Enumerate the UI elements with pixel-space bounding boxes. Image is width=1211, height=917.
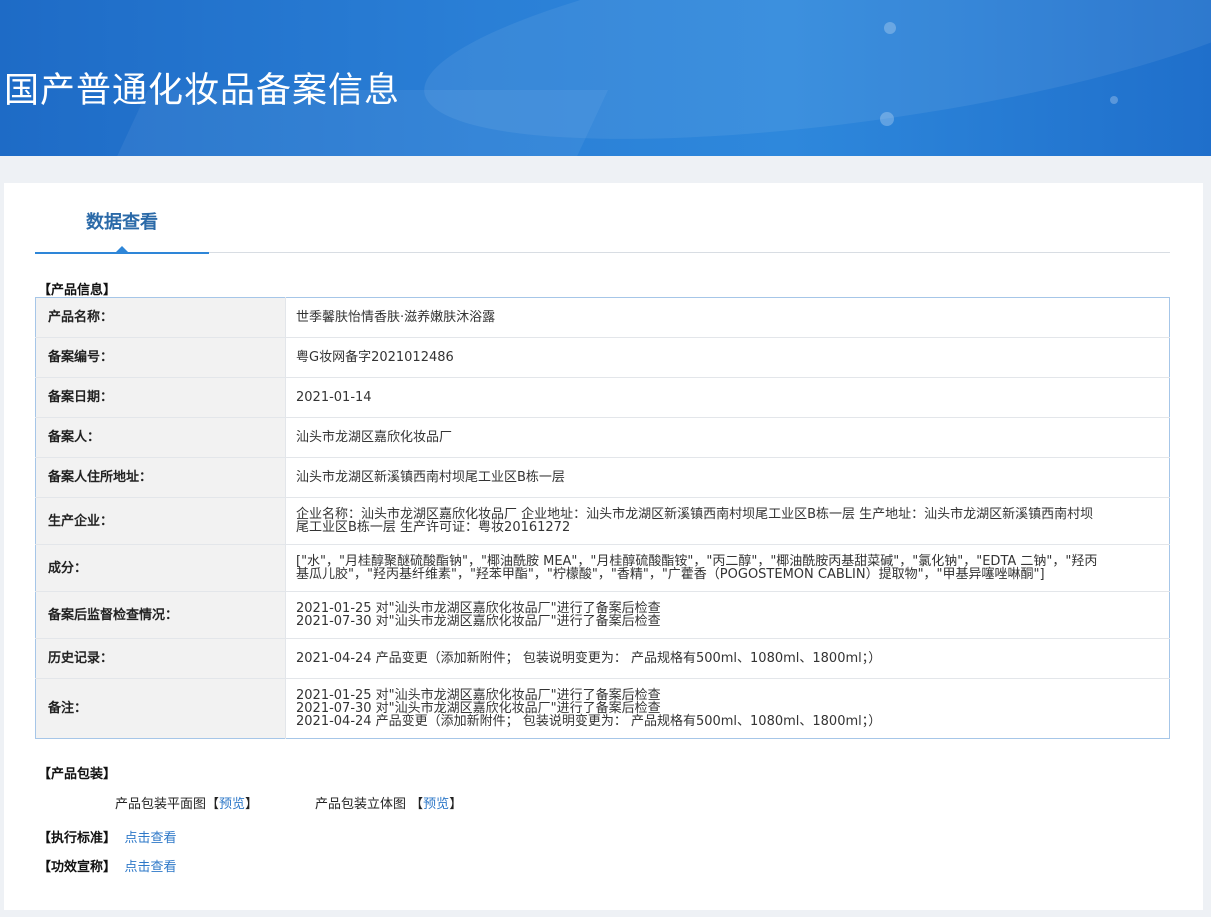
row-value: ["水"，"月桂醇聚醚硫酸酯钠"，"椰油酰胺 MEA"，"月桂醇硫酸酯铵"，"丙… [285, 544, 1170, 592]
preview-stereo-link[interactable]: 预览 [423, 797, 449, 812]
row-value-line: 世季馨肤怡情香肤·滋养嫩肤沐浴露 [296, 310, 496, 325]
row-value: 2021-01-25 对"汕头市龙湖区嘉欣化妆品厂"进行了备案后检查 2021-0… [285, 591, 1170, 639]
row-label: 成分： [35, 544, 286, 592]
row-value: 企业名称：汕头市龙湖区嘉欣化妆品厂 企业地址：汕头市龙湖区新溪镇西南村坝尾工业区… [285, 497, 1170, 545]
table-row: 备案后监督检查情况： 2021-01-25 对"汕头市龙湖区嘉欣化妆品厂"进行了备… [35, 591, 1170, 639]
row-value-line: 粤G妆网备字2021012486 [296, 350, 454, 365]
row-label: 备注： [35, 678, 286, 739]
table-row: 产品名称： 世季馨肤怡情香肤·滋养嫩肤沐浴露 [35, 297, 1170, 338]
row-label: 备案日期： [35, 377, 286, 418]
row-value: 2021-01-25 对"汕头市龙湖区嘉欣化妆品厂"进行了备案后检查 2021-0… [285, 678, 1170, 739]
row-value-line: 2021-04-24 产品变更（添加新附件； 包装说明变更为： 产品规格有500… [296, 651, 882, 666]
tab-caret-icon [116, 246, 128, 252]
product-info-table: 产品名称： 世季馨肤怡情香肤·滋养嫩肤沐浴露 备案编号： 粤G妆网备字20210124… [35, 297, 1170, 739]
row-label: 产品名称： [35, 297, 286, 338]
section-packaging: 【产品包装】 [38, 767, 117, 782]
section-standard: 【执行标准】 点击查看 [38, 831, 177, 846]
banner-decoration [880, 112, 894, 126]
row-label: 生产企业： [35, 497, 286, 545]
tab-label: 数据查看 [86, 212, 158, 233]
packaging-stereo-label: 产品包装立体图 [315, 797, 407, 812]
row-value-line: 2021-01-14 [296, 390, 372, 405]
row-label: 备案人住所地址： [35, 457, 286, 498]
packaging-flat: 产品包装平面图【预览】 [115, 797, 259, 812]
row-value: 汕头市龙湖区嘉欣化妆品厂 [285, 417, 1170, 458]
section-efficacy: 【功效宣称】 点击查看 [38, 860, 177, 875]
row-value: 粤G妆网备字2021012486 [285, 337, 1170, 378]
row-value: 汕头市龙湖区新溪镇西南村坝尾工业区B栋一层 [285, 457, 1170, 498]
row-label: 历史记录： [35, 638, 286, 679]
row-value-line: 汕头市龙湖区嘉欣化妆品厂 [296, 430, 453, 445]
table-row: 成分： ["水"，"月桂醇聚醚硫酸酯钠"，"椰油酰胺 MEA"，"月桂醇硫酸酯铵"… [35, 544, 1170, 592]
row-value-line: 基瓜儿胶"，"羟丙基纤维素"，"羟苯甲酯"，"柠檬酸"，"香精"，"广藿香（PO… [296, 567, 1045, 582]
row-value-line: 尾工业区B栋一层 生产许可证：粤妆20161272 [296, 520, 571, 535]
page-title: 国产普通化妆品备案信息 [4, 71, 401, 111]
table-row: 历史记录： 2021-04-24 产品变更（添加新附件； 包装说明变更为： 产品规… [35, 638, 1170, 679]
table-row: 备案日期： 2021-01-14 [35, 377, 1170, 418]
efficacy-view-link[interactable]: 点击查看 [125, 860, 177, 875]
table-row: 备注： 2021-01-25 对"汕头市龙湖区嘉欣化妆品厂"进行了备案后检查 202… [35, 678, 1170, 739]
row-label: 备案人： [35, 417, 286, 458]
table-row: 备案人： 汕头市龙湖区嘉欣化妆品厂 [35, 417, 1170, 458]
row-value-line: 汕头市龙湖区新溪镇西南村坝尾工业区B栋一层 [296, 470, 565, 485]
table-row: 生产企业： 企业名称：汕头市龙湖区嘉欣化妆品厂 企业地址：汕头市龙湖区新溪镇西南村… [35, 497, 1170, 545]
header-banner: 国产普通化妆品备案信息 [0, 0, 1211, 156]
tab-active-indicator [35, 252, 209, 254]
packaging-flat-label: 产品包装平面图 [115, 797, 207, 812]
row-value: 2021-01-14 [285, 377, 1170, 418]
packaging-stereo: 产品包装立体图 【预览】 [315, 797, 463, 812]
row-label: 备案后监督检查情况： [35, 591, 286, 639]
preview-flat-link[interactable]: 预览 [219, 797, 245, 812]
table-row: 备案编号： 粤G妆网备字2021012486 [35, 337, 1170, 378]
content-card: 数据查看 【产品信息】 产品名称： 世季馨肤怡情香肤·滋养嫩肤沐浴露 备案编号： 粤G… [4, 183, 1203, 910]
row-value: 世季馨肤怡情香肤·滋养嫩肤沐浴露 [286, 298, 1170, 338]
standard-view-link[interactable]: 点击查看 [125, 831, 177, 846]
row-value: 2021-04-24 产品变更（添加新附件； 包装说明变更为： 产品规格有500… [285, 638, 1170, 679]
table-row: 备案人住所地址： 汕头市龙湖区新溪镇西南村坝尾工业区B栋一层 [35, 457, 1170, 498]
row-value-line: 2021-07-30 对"汕头市龙湖区嘉欣化妆品厂"进行了备案后检查 [296, 614, 661, 629]
row-value-line: 2021-04-24 产品变更（添加新附件； 包装说明变更为： 产品规格有500… [296, 714, 882, 729]
row-label: 备案编号： [35, 337, 286, 378]
tab-bar: 数据查看 [35, 183, 1170, 254]
tab-data-view[interactable]: 数据查看 [35, 183, 209, 254]
banner-decoration [884, 22, 896, 34]
banner-decoration [1110, 96, 1118, 104]
section-product-info: 【产品信息】 [38, 283, 117, 298]
